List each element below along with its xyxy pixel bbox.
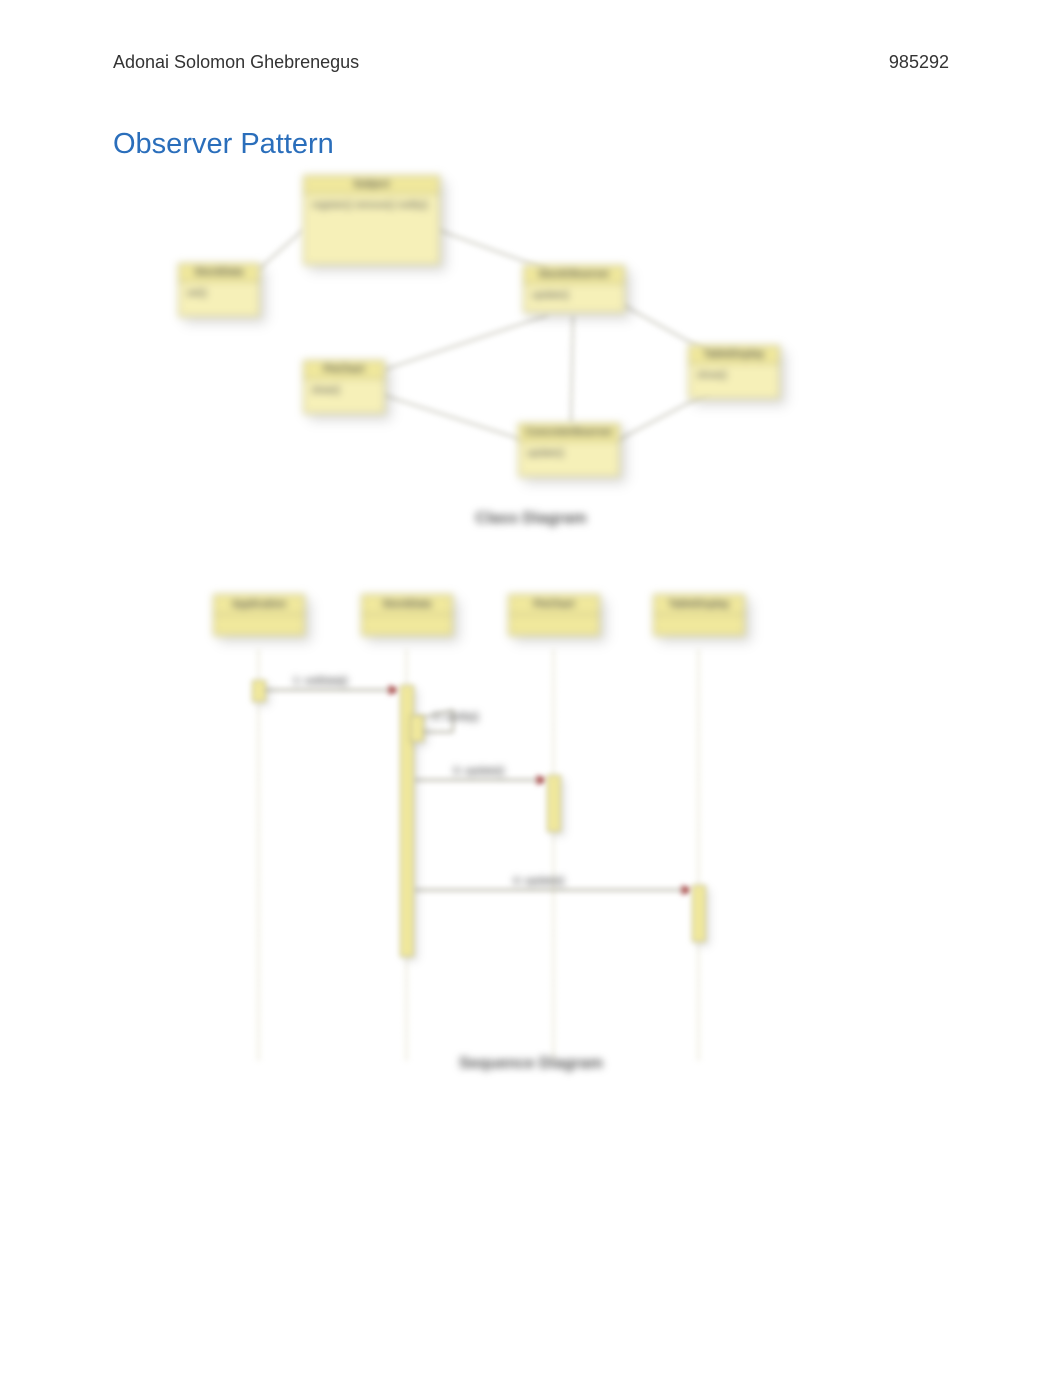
arrow-head-icon <box>537 775 547 785</box>
uml-class-concrete-subject: StockData set() <box>178 263 260 317</box>
uml-class-piechart: PieChart draw() <box>303 360 385 414</box>
seq-msg-1: 1: setData() <box>293 676 347 687</box>
uml-class-name: Subject <box>304 176 439 194</box>
class-diagram: Subject register() remove() notify() Sto… <box>113 175 949 555</box>
sequence-diagram: Application StockData PieChart TableDisp… <box>113 580 949 1090</box>
seq-activation <box>410 715 424 742</box>
uml-class-stock-observer: StockObserver update() <box>523 265 625 313</box>
author-id: 985292 <box>889 52 949 73</box>
class-diagram-caption: Class Diagram <box>113 510 949 528</box>
uml-class-body: register() remove() notify() <box>304 194 439 264</box>
uml-class-name: PieChart <box>304 361 384 379</box>
uml-class-body: set() <box>179 282 259 316</box>
document-page: Adonai Solomon Ghebrenegus 985292 Observ… <box>0 0 1062 1377</box>
uml-class-concrete-observer: ConcreteObserver update() <box>518 423 620 477</box>
seq-msg-2: 2: notify() <box>433 712 479 723</box>
uml-class-body: update() <box>519 442 619 476</box>
uml-class-body: update() <box>524 284 624 312</box>
seq-activation <box>547 775 561 832</box>
uml-class-table-display: TableDisplay show() <box>688 345 780 399</box>
page-header: Adonai Solomon Ghebrenegus 985292 <box>113 52 949 73</box>
uml-class-name: StockObserver <box>524 266 624 284</box>
seq-msg-3: 3: update() <box>453 766 504 777</box>
sequence-diagram-caption: Sequence Diagram <box>113 1055 949 1073</box>
uml-class-name: StockData <box>179 264 259 282</box>
seq-activation <box>252 680 266 702</box>
seq-arrows <box>113 580 949 1090</box>
author-name: Adonai Solomon Ghebrenegus <box>113 52 359 73</box>
arrow-head-icon <box>682 885 692 895</box>
uml-class-body: show() <box>689 364 779 398</box>
page-title: Observer Pattern <box>113 128 334 161</box>
arrow-head-icon <box>389 685 399 695</box>
uml-class-name: ConcreteObserver <box>519 424 619 442</box>
uml-class-name: TableDisplay <box>689 346 779 364</box>
seq-msg-4: 4: update() <box>513 876 564 887</box>
class-diagram-connectors <box>113 175 949 555</box>
seq-activation <box>692 885 706 942</box>
uml-class-body: draw() <box>304 379 384 413</box>
uml-class-subject: Subject register() remove() notify() <box>303 175 440 265</box>
